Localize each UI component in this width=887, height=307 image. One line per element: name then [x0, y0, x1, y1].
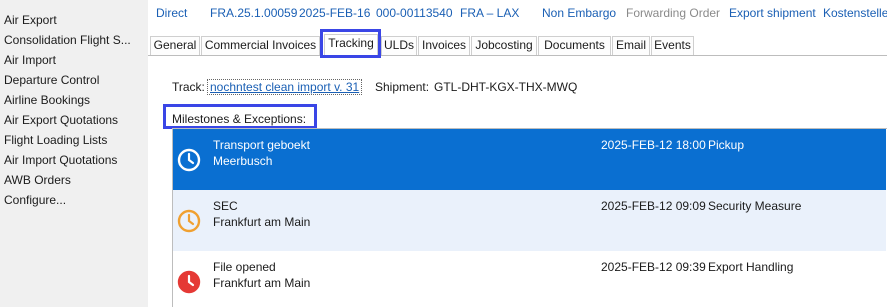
header-mode[interactable]: Direct [156, 6, 187, 20]
header-date[interactable]: 2025-FEB-16 [299, 6, 370, 20]
tab-invoices[interactable]: Invoices [418, 36, 470, 55]
shipment-value: GTL-DHT-KGX-THX-MWQ [434, 80, 578, 94]
sidebar-item-air-export-quotations[interactable]: Air Export Quotations [4, 110, 146, 130]
clock-icon [177, 209, 201, 233]
header-route[interactable]: FRA – LAX [460, 6, 519, 20]
clock-icon [177, 148, 201, 172]
header-export-shipment[interactable]: Export shipment [729, 6, 816, 20]
milestone-datetime: 2025-FEB-12 09:39 [601, 260, 706, 274]
milestone-row[interactable]: SEC Frankfurt am Main 2025-FEB-12 09:09 … [173, 190, 886, 251]
tab-commercial-invoices[interactable]: Commercial Invoices [201, 36, 320, 55]
milestone-row[interactable]: File opened Frankfurt am Main 2025-FEB-1… [173, 251, 886, 307]
sidebar-item-airline-bookings[interactable]: Airline Bookings [4, 90, 146, 110]
sidebar-item-air-export[interactable]: Air Export [4, 10, 146, 30]
track-label: Track: [172, 80, 205, 94]
shipment-label: Shipment: [375, 80, 430, 94]
tab-ulds[interactable]: ULDs [381, 36, 417, 55]
milestone-type: Pickup [708, 138, 745, 152]
tab-jobcosting[interactable]: Jobcosting [471, 36, 537, 55]
milestone-location: Frankfurt am Main [213, 276, 311, 290]
tab-events[interactable]: Events [651, 36, 694, 55]
sidebar-item-air-import[interactable]: Air Import [4, 50, 146, 70]
sidebar-item-awb-orders[interactable]: AWB Orders [4, 170, 146, 190]
tab-general[interactable]: General [150, 36, 200, 55]
milestone-location: Frankfurt am Main [213, 215, 311, 229]
header-awb[interactable]: 000-00113540 [376, 6, 453, 20]
clock-icon [177, 270, 201, 294]
tab-tracking[interactable]: Tracking [324, 34, 378, 56]
header-embargo[interactable]: Non Embargo [542, 6, 616, 20]
milestone-type: Security Measure [708, 199, 802, 213]
track-link[interactable]: nochntest clean import v. 31 [207, 79, 363, 95]
milestone-title: Transport geboekt [213, 138, 310, 152]
milestone-row[interactable]: Transport geboekt Meerbusch 2025-FEB-12 … [173, 129, 886, 190]
milestone-datetime: 2025-FEB-12 09:09 [601, 199, 706, 213]
tab-email[interactable]: Email [612, 36, 650, 55]
sidebar-item-departure-control[interactable]: Departure Control [4, 70, 146, 90]
tab-bar: General Commercial Invoices Tracking ULD… [148, 34, 887, 56]
tab-documents[interactable]: Documents [538, 36, 611, 55]
milestone-title: File opened [213, 260, 276, 274]
milestones-list: Transport geboekt Meerbusch 2025-FEB-12 … [172, 128, 887, 307]
sidebar-item-configure[interactable]: Configure... [4, 190, 146, 210]
milestones-label: Milestones & Exceptions: [172, 112, 307, 126]
sidebar-item-flight-loading-lists[interactable]: Flight Loading Lists [4, 130, 146, 150]
sidebar-item-consolidation-flight[interactable]: Consolidation Flight S... [4, 30, 146, 50]
milestone-type: Export Handling [708, 260, 794, 274]
header-cost-center[interactable]: Kostenstelle [823, 6, 887, 20]
header-file-ref[interactable]: FRA.25.1.00059 [210, 6, 297, 20]
header-forwarding-order[interactable]: Forwarding Order [626, 6, 720, 20]
milestone-title: SEC [213, 199, 238, 213]
sidebar: Air Export Consolidation Flight S... Air… [0, 0, 148, 307]
milestone-location: Meerbusch [213, 154, 273, 168]
milestone-datetime: 2025-FEB-12 18:00 [601, 138, 706, 152]
shipment-header: Direct FRA.25.1.00059 2025-FEB-16 000-00… [148, 0, 887, 28]
sidebar-item-air-import-quotations[interactable]: Air Import Quotations [4, 150, 146, 170]
